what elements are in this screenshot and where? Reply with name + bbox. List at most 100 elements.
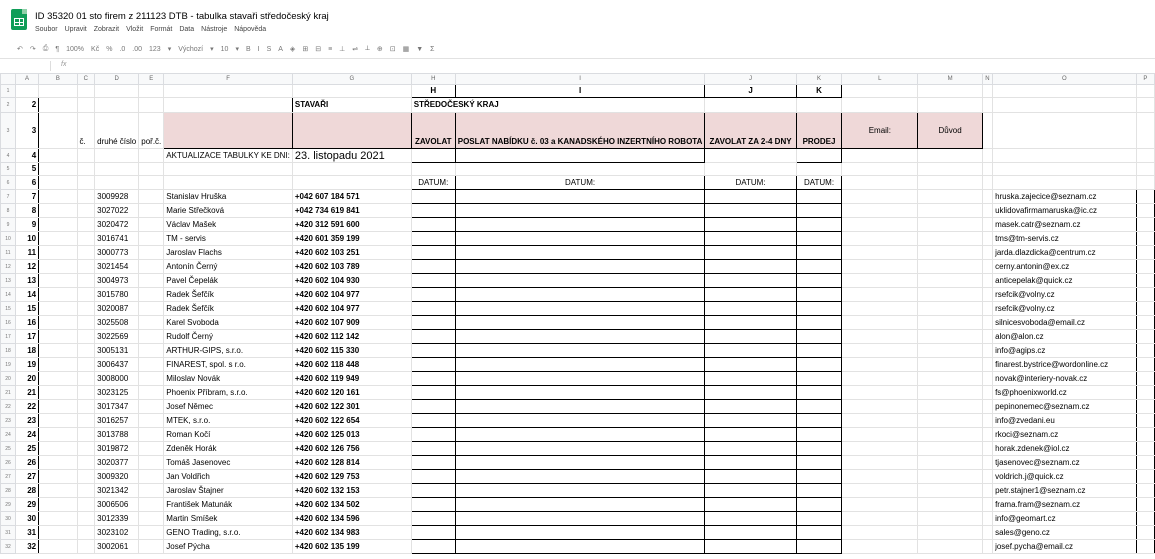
cell[interactable]: [454, 427, 706, 442]
row-number[interactable]: 3: [14, 112, 40, 149]
cell[interactable]: [138, 455, 165, 470]
cell[interactable]: [76, 175, 96, 190]
cell[interactable]: [1135, 301, 1155, 316]
row-number[interactable]: 15: [14, 301, 40, 316]
record-id[interactable]: 3016257: [94, 413, 140, 428]
cell[interactable]: [795, 329, 843, 344]
cell[interactable]: [138, 385, 165, 400]
row-number[interactable]: 19: [14, 357, 40, 372]
datum-label[interactable]: DATUM:: [795, 175, 843, 190]
cell[interactable]: [138, 427, 165, 442]
cell[interactable]: [163, 112, 293, 149]
cell[interactable]: [981, 231, 994, 246]
cell[interactable]: [138, 273, 165, 288]
cell[interactable]: [1135, 97, 1155, 113]
cell[interactable]: [704, 469, 797, 484]
cell[interactable]: [1135, 245, 1155, 260]
phone-number[interactable]: +420 602 134 502: [291, 497, 412, 512]
cell[interactable]: [795, 455, 843, 470]
row-number[interactable]: 23: [14, 413, 40, 428]
phone-number[interactable]: +420 602 104 977: [291, 287, 412, 302]
toolbar-button[interactable]: ⊞: [302, 45, 308, 53]
cell[interactable]: [454, 245, 706, 260]
cell[interactable]: [410, 427, 456, 442]
cell[interactable]: [38, 112, 78, 149]
phone-number[interactable]: +420 602 129 753: [291, 469, 412, 484]
cell[interactable]: [38, 287, 78, 302]
row-number[interactable]: 28: [14, 483, 40, 498]
cell[interactable]: [76, 162, 96, 176]
cell[interactable]: [981, 511, 994, 526]
cell[interactable]: [454, 371, 706, 386]
cell[interactable]: [704, 301, 797, 316]
cell[interactable]: [454, 148, 706, 163]
column-letter-h[interactable]: H: [410, 84, 456, 98]
cell[interactable]: [981, 497, 994, 512]
cell[interactable]: [795, 259, 843, 274]
cell[interactable]: [410, 399, 456, 414]
cell[interactable]: [917, 301, 983, 316]
toolbar-button[interactable]: ⎙: [43, 45, 49, 53]
cell[interactable]: [795, 497, 843, 512]
company-name[interactable]: František Matunák: [163, 497, 293, 512]
company-name[interactable]: MTEK, s.r.o.: [163, 413, 293, 428]
cell[interactable]: [981, 259, 994, 274]
company-name[interactable]: Roman Kočí: [163, 427, 293, 442]
email-address[interactable]: voldrich.j@quick.cz: [992, 469, 1137, 484]
company-name[interactable]: Miloslav Novák: [163, 371, 293, 386]
header-zavolat-za[interactable]: ZAVOLAT ZA 2-4 DNY: [704, 112, 797, 149]
phone-number[interactable]: +420 602 103 789: [291, 259, 412, 274]
cell[interactable]: [454, 455, 706, 470]
cell[interactable]: [410, 329, 456, 344]
row-header[interactable]: 27: [0, 469, 16, 484]
cell[interactable]: [138, 189, 165, 204]
cell[interactable]: [38, 162, 78, 176]
cell[interactable]: [1135, 162, 1155, 176]
row-header[interactable]: 13: [0, 273, 16, 288]
record-id[interactable]: 3002061: [94, 539, 140, 554]
row-header[interactable]: 6: [0, 175, 16, 190]
cell[interactable]: [704, 259, 797, 274]
email-address[interactable]: finarest.bystrice@wordonline.cz: [992, 357, 1137, 372]
record-id[interactable]: 3015780: [94, 287, 140, 302]
cell[interactable]: [454, 413, 706, 428]
row-header[interactable]: 22: [0, 399, 16, 414]
record-id[interactable]: 3009320: [94, 469, 140, 484]
cell[interactable]: [704, 427, 797, 442]
row-number[interactable]: 5: [14, 162, 40, 176]
cell[interactable]: [410, 511, 456, 526]
cell[interactable]: [981, 357, 994, 372]
cell[interactable]: [76, 84, 96, 98]
row-header[interactable]: 18: [0, 343, 16, 358]
row-number[interactable]: 14: [14, 287, 40, 302]
toolbar-button[interactable]: ▾: [235, 45, 239, 53]
cell[interactable]: [38, 259, 78, 274]
cell[interactable]: [795, 371, 843, 386]
cell[interactable]: [38, 441, 78, 456]
company-name[interactable]: Martin Smíšek: [163, 511, 293, 526]
cell[interactable]: [795, 483, 843, 498]
cell[interactable]: [163, 84, 293, 98]
cell[interactable]: [38, 175, 78, 190]
company-name[interactable]: Marie Střečková: [163, 203, 293, 218]
cell[interactable]: [704, 511, 797, 526]
toolbar-button[interactable]: Výchozí: [178, 46, 203, 53]
phone-number[interactable]: +420 602 122 301: [291, 399, 412, 414]
row-number[interactable]: 10: [14, 231, 40, 246]
cell[interactable]: [1135, 441, 1155, 456]
menu-item[interactable]: Nápověda: [234, 26, 266, 33]
phone-number[interactable]: +420 602 132 153: [291, 483, 412, 498]
cell[interactable]: [981, 315, 994, 330]
cell[interactable]: [38, 469, 78, 484]
email-address[interactable]: info@geomart.cz: [992, 511, 1137, 526]
cell[interactable]: [704, 231, 797, 246]
cell[interactable]: [410, 357, 456, 372]
cell[interactable]: [138, 217, 165, 232]
cell[interactable]: [410, 343, 456, 358]
cell[interactable]: [917, 245, 983, 260]
phone-number[interactable]: +420 602 134 983: [291, 525, 412, 540]
company-name[interactable]: Josef Němec: [163, 399, 293, 414]
cell[interactable]: [981, 175, 994, 190]
cell[interactable]: [454, 497, 706, 512]
row-header[interactable]: 2: [0, 97, 16, 113]
